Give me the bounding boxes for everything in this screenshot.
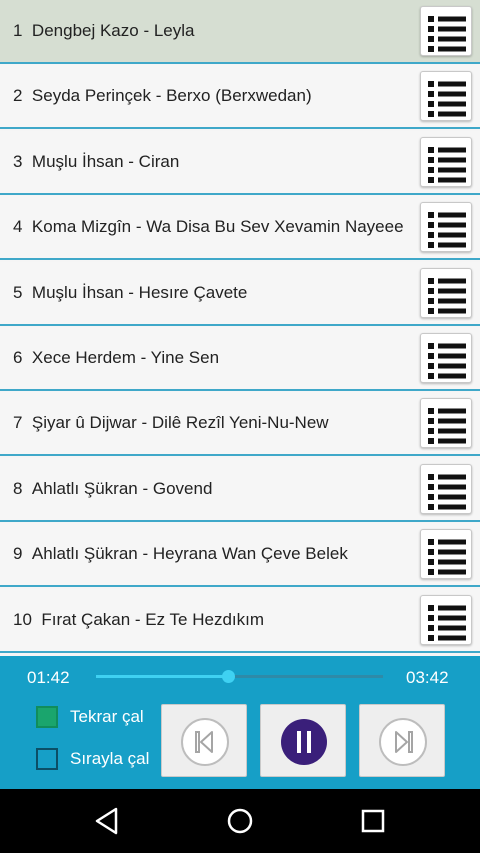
player-panel: 01:42 03:42 Tekrar çal Sırayla çal [0, 656, 480, 789]
playlist-row[interactable]: 3 Muşlu İhsan - Ciran [0, 130, 480, 195]
track-title: 1 Dengbej Kazo - Leyla [13, 0, 408, 62]
track-number: 1 [13, 21, 23, 40]
seek-bar-thumb[interactable] [222, 670, 236, 683]
track-name: Ahlatlı Şükran - Heyrana Wan Çeve Belek [31, 544, 348, 564]
next-button[interactable] [359, 704, 445, 777]
track-menu-button[interactable] [420, 398, 472, 449]
playlist-row[interactable]: 5 Muşlu İhsan - Hesıre Çavete [0, 261, 480, 326]
list-menu-icon [428, 539, 466, 576]
skip-previous-icon [181, 718, 229, 766]
track-name: Xece Herdem - Yine Sen [31, 348, 220, 367]
list-menu-icon [428, 146, 466, 183]
track-title: 8 Ahlatlı Şükran - Govend [13, 458, 408, 520]
track-menu-button[interactable] [420, 202, 472, 253]
track-menu-button[interactable] [420, 333, 472, 383]
track-name: Koma Mizgîn - Wa Disa Bu Sev Xevamin Nay… [31, 217, 404, 237]
track-title: 7 Şiyar û Dijwar - Dilê Rezîl Yeni-Nu-Ne… [13, 392, 408, 454]
track-title: 2 Seyda Perinçek - Berxo (Berxwedan) [13, 65, 408, 127]
sequential-label: Sırayla çal [70, 749, 150, 768]
track-title: 5 Muşlu İhsan - Hesıre Çavete [13, 262, 408, 324]
playlist-row[interactable]: 1 Dengbej Kazo - Leyla [0, 0, 480, 64]
sequential-checkbox[interactable] [36, 748, 58, 770]
list-menu-icon [428, 16, 466, 52]
track-number: 5 [13, 282, 23, 302]
list-menu-icon [428, 604, 466, 641]
track-menu-button[interactable] [420, 6, 472, 56]
home-circle-icon[interactable] [222, 803, 258, 839]
track-title: 9 Ahlatlı Şükran - Heyrana Wan Çeve Bele… [13, 523, 408, 585]
track-menu-button[interactable] [420, 463, 472, 514]
track-menu-button[interactable] [420, 529, 472, 580]
playlist-row[interactable]: 9 Ahlatlı Şükran - Heyrana Wan Çeve Bele… [0, 523, 480, 588]
list-menu-icon [428, 343, 466, 379]
track-menu-button[interactable] [420, 594, 472, 645]
repeat-label: Tekrar çal [70, 707, 144, 726]
track-number: 6 [13, 348, 23, 367]
playlist-row[interactable]: 8 Ahlatlı Şükran - Govend [0, 457, 480, 522]
track-name: Seyda Perinçek - Berxo (Berxwedan) [31, 86, 312, 106]
playlist: 1 Dengbej Kazo - Leyla 2 Seyda Perinçek -… [0, 0, 480, 655]
seek-bar-fill [96, 675, 229, 678]
list-menu-icon [428, 408, 466, 445]
recents-square-icon[interactable] [355, 803, 391, 839]
sequential-option[interactable]: Sırayla çal [36, 745, 149, 773]
repeat-option[interactable]: Tekrar çal [36, 703, 144, 731]
back-triangle-icon[interactable] [89, 803, 125, 839]
track-name: Fırat Çakan - Ez Te Hezdıkım [41, 609, 265, 629]
repeat-checkbox[interactable] [36, 706, 58, 728]
playlist-row[interactable]: 2 Seyda Perinçek - Berxo (Berxwedan) [0, 65, 480, 130]
playlist-row[interactable]: 7 Şiyar û Dijwar - Dilê Rezîl Yeni-Nu-Ne… [0, 392, 480, 457]
track-number: 10 [13, 609, 32, 629]
list-menu-icon [428, 473, 466, 510]
track-title: 6 Xece Herdem - Yine Sen [13, 327, 408, 389]
playlist-row[interactable]: 4 Koma Mizgîn - Wa Disa Bu Sev Xevamin N… [0, 196, 480, 261]
list-menu-icon [428, 81, 466, 118]
current-time: 01:42 [27, 668, 70, 687]
track-menu-button[interactable] [420, 267, 472, 318]
track-number: 3 [13, 151, 23, 171]
track-number: 2 [13, 86, 23, 106]
track-name: Dengbej Kazo - Leyla [31, 21, 195, 40]
list-menu-icon [428, 277, 466, 314]
track-number: 4 [13, 217, 23, 237]
total-time: 03:42 [406, 668, 449, 687]
track-number: 8 [13, 478, 23, 498]
track-name: Ahlatlı Şükran - Govend [31, 478, 213, 498]
navigation-bar [0, 789, 480, 853]
track-number: 9 [13, 544, 23, 564]
track-name: Muşlu İhsan - Ciran [31, 151, 180, 171]
track-number: 7 [13, 413, 23, 433]
playlist-row[interactable]: 6 Xece Herdem - Yine Sen [0, 327, 480, 391]
track-menu-button[interactable] [420, 71, 472, 122]
previous-button[interactable] [161, 704, 247, 777]
track-name: Şiyar û Dijwar - Dilê Rezîl Yeni-Nu-New [31, 413, 329, 433]
track-title: 10 Fırat Çakan - Ez Te Hezdıkım [13, 589, 408, 651]
track-name: Muşlu İhsan - Hesıre Çavete [31, 282, 248, 302]
skip-next-icon [379, 718, 427, 766]
pause-icon [281, 719, 327, 765]
track-title: 4 Koma Mizgîn - Wa Disa Bu Sev Xevamin N… [13, 196, 408, 258]
list-menu-icon [428, 212, 466, 249]
pause-button[interactable] [260, 704, 346, 777]
seek-bar[interactable] [96, 670, 383, 683]
track-menu-button[interactable] [420, 136, 472, 187]
playlist-row[interactable]: 10 Fırat Çakan - Ez Te Hezdıkım [0, 588, 480, 653]
track-title: 3 Muşlu İhsan - Ciran [13, 131, 408, 193]
